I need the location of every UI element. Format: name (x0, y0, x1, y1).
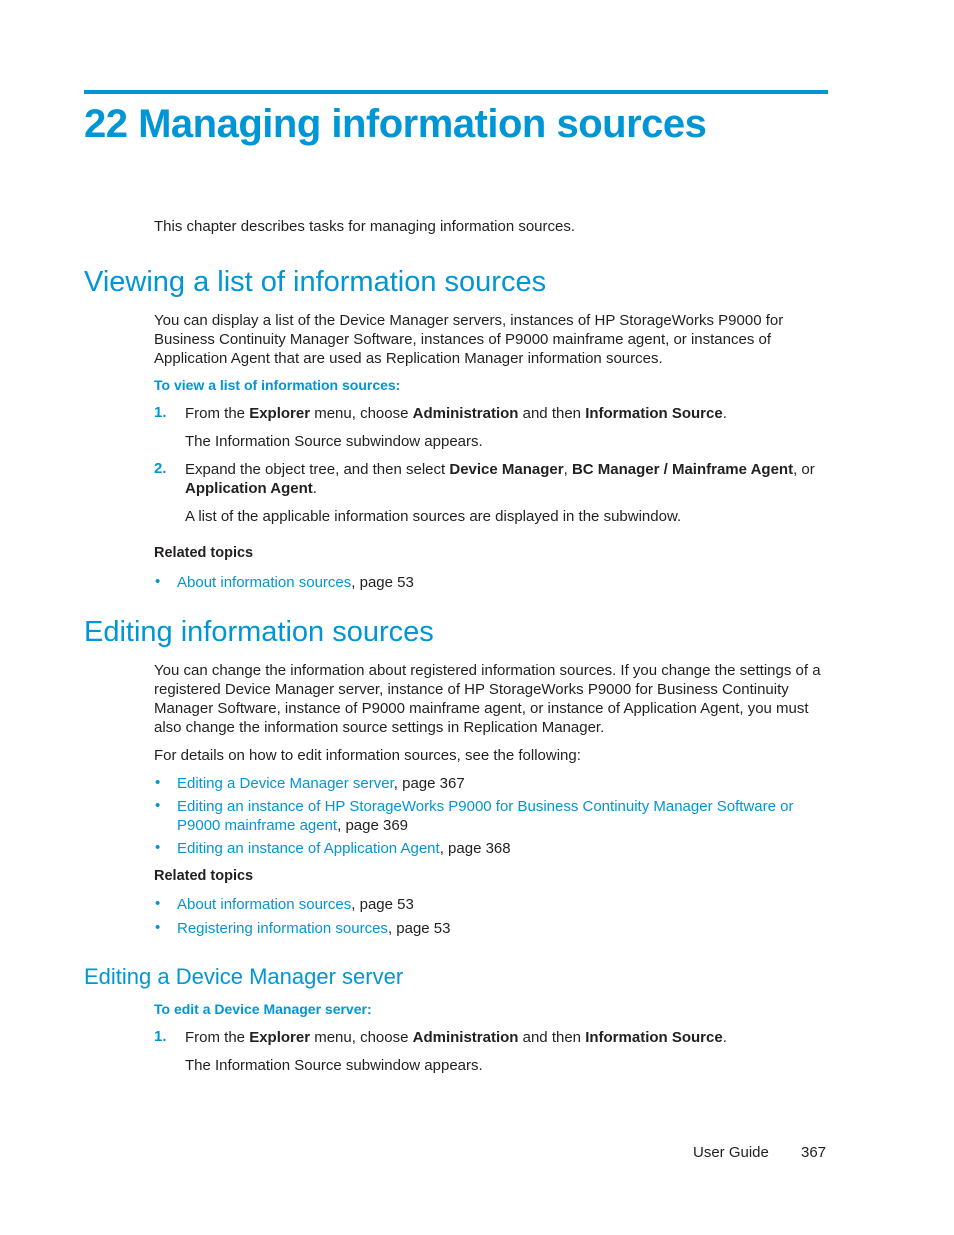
procedure-title: To view a list of information sources: (154, 377, 401, 393)
step-number: 2. (154, 460, 167, 477)
ui-term: Information Source (585, 405, 723, 422)
section-body-2: For details on how to edit information s… (154, 747, 581, 764)
see-also-item: Editing an instance of HP StorageWorks P… (177, 798, 794, 834)
ui-term: Explorer (249, 1029, 311, 1046)
chapter-intro: This chapter describes tasks for managin… (154, 218, 576, 235)
step-number: 1. (154, 1028, 167, 1045)
related-link-about[interactable]: About information sources (177, 896, 351, 913)
bullet-icon: • (155, 573, 161, 590)
step-number: 1. (154, 404, 167, 421)
related-topic-item: Registering information sources, page 53 (177, 920, 451, 937)
related-topic-item: About information sources, page 53 (177, 896, 414, 913)
bullet-icon: • (155, 797, 161, 814)
related-topics-label: Related topics (154, 545, 254, 561)
section-heading-viewing: Viewing a list of information sources (84, 266, 547, 298)
bullet-icon: • (155, 839, 161, 856)
section-body: You can display a list of the Device Man… (154, 312, 784, 367)
related-link-about[interactable]: About information sources (177, 574, 351, 591)
related-link-registering[interactable]: Registering information sources (177, 920, 388, 937)
step-result: A list of the applicable information sou… (185, 508, 682, 525)
step-text: Expand the object tree, and then select … (185, 461, 815, 497)
see-also-item: Editing an instance of Application Agent… (177, 840, 511, 857)
related-topics-label: Related topics (154, 868, 254, 884)
subsection-heading-editing-dm: Editing a Device Manager server (84, 964, 404, 989)
link-editing-bc-manager[interactable]: Editing an instance of HP StorageWorks P… (177, 798, 793, 834)
chapter-title: 22 Managing information sources (84, 102, 707, 146)
step-result: The Information Source subwindow appears… (185, 1057, 483, 1074)
step-text: From the Explorer menu, choose Administr… (185, 405, 727, 422)
page-number: 367 (801, 1144, 827, 1161)
ui-term: Device Manager (449, 461, 564, 478)
related-topic-item: About information sources, page 53 (177, 574, 414, 591)
step-text: From the Explorer menu, choose Administr… (185, 1029, 727, 1046)
bullet-icon: • (155, 919, 161, 936)
section-body: You can change the information about reg… (154, 662, 821, 736)
ui-term: Information Source (585, 1029, 723, 1046)
section-heading-editing: Editing information sources (84, 616, 434, 648)
ui-term: BC Manager / Mainframe Agent (571, 461, 794, 478)
footer-label: User Guide (693, 1144, 769, 1161)
ui-term: Administration (412, 405, 519, 422)
bullet-icon: • (155, 774, 161, 791)
chapter-rule (84, 90, 828, 94)
ui-term: Administration (412, 1029, 519, 1046)
link-editing-application-agent[interactable]: Editing an instance of Application Agent (177, 840, 440, 857)
procedure-title: To edit a Device Manager server: (154, 1001, 372, 1017)
ui-term: Explorer (249, 405, 311, 422)
step-result: The Information Source subwindow appears… (185, 433, 483, 450)
ui-term: Application Agent (185, 480, 313, 497)
bullet-icon: • (155, 895, 161, 912)
see-also-item: Editing a Device Manager server, page 36… (177, 775, 465, 792)
link-editing-device-manager[interactable]: Editing a Device Manager server (177, 775, 394, 792)
